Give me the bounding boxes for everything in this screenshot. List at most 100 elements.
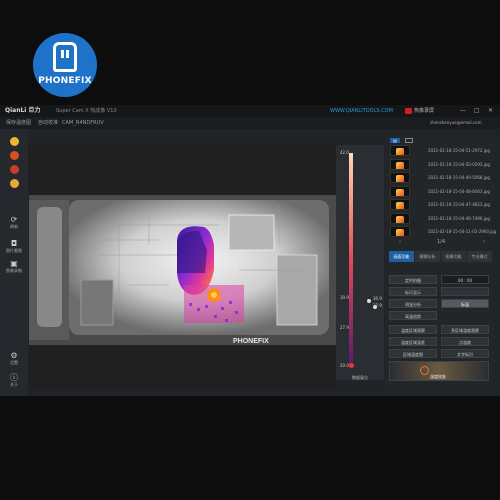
scale-mid-temp: 30.9: [340, 295, 349, 300]
prev-page-icon[interactable]: ‹: [399, 239, 401, 245]
temp-analysis-button[interactable]: 测温分析: [389, 299, 437, 308]
area-temp-observe-button[interactable]: 温度区域观察: [389, 325, 437, 334]
scale-low-temp: 27.9: [340, 325, 349, 330]
list-item[interactable]: 2021-02-18-15-04-11-02-2960.jpg: [390, 226, 496, 238]
next-page-icon[interactable]: ›: [483, 239, 485, 245]
thumbnail: [390, 145, 410, 156]
app-brand-name: QianLi 巨力: [5, 107, 41, 114]
menu-item-calibrate[interactable]: 自动校准: [38, 117, 58, 129]
user-email: zhenzhenyue@email.com: [430, 120, 482, 125]
list-item[interactable]: 2021-02-18-15-04-49-5068.jpg: [390, 172, 490, 184]
page-indicator: 1/4: [437, 239, 446, 245]
palette-hot-icon[interactable]: [10, 165, 19, 174]
file-name: 2021-02-18-15-04-50-0593.jpg: [428, 161, 490, 167]
text-label-button[interactable]: 文字标识: [441, 349, 489, 358]
scale-top-temp: 42.0: [340, 150, 349, 155]
timed-capture-button[interactable]: 定时拍摄: [389, 275, 437, 284]
tab-image-tools[interactable]: 图像功能: [441, 251, 466, 262]
refresh-icon: ⟳: [10, 215, 18, 224]
video-icon: ▣: [10, 259, 18, 268]
settings-icon: ⚙: [10, 351, 18, 360]
function-tabs: 画面功能 模糊分析 图像功能 专业模式: [389, 251, 493, 262]
refresh-label: 刷新: [10, 224, 18, 229]
ruler-display-button[interactable]: 标尺显示: [389, 287, 437, 296]
plug-icon: [53, 42, 77, 72]
screenshot-button[interactable]: ◘ 图片截图: [3, 239, 25, 254]
left-toolbar: ⟳ 刷新 ◘ 图片截图 ▣ 图像录制 ⚙ 设置 ⓘ 关于: [0, 129, 28, 396]
website-link[interactable]: WWW.QIANLITOOLS.COM: [330, 105, 393, 117]
ruler-toggle[interactable]: [441, 287, 489, 296]
thumbnail: [390, 226, 410, 237]
menu-bar: 保存温度图 自动校准 CAM_N4NDFRUV zhenzhenyue@emai…: [0, 117, 500, 129]
viewer-watermark: PHONEFIX: [233, 338, 269, 345]
tab-pro-mode[interactable]: 专业模式: [467, 251, 492, 262]
refresh-button[interactable]: ⟳ 刷新: [3, 215, 25, 230]
record-label[interactable]: 热像录屏: [414, 105, 434, 117]
list-item[interactable]: 2021-02-18-15-04-51-2972.jpg: [390, 145, 490, 157]
reading-low: 27.9: [373, 303, 382, 308]
about-button[interactable]: ⓘ 关于: [3, 373, 25, 388]
thumbnail: [390, 158, 410, 170]
device-id: CAM_N4NDFRUV: [62, 120, 104, 126]
info-icon: ⓘ: [10, 373, 18, 382]
brand-logo: PHONEFIX: [33, 33, 97, 97]
settings-button[interactable]: ⚙ 设置: [3, 351, 25, 366]
camera-icon: ◘: [10, 239, 18, 248]
target-icon: [420, 366, 429, 375]
record-video-label: 图像录制: [6, 268, 22, 273]
list-item[interactable]: 2021-02-18-15-04-48-6063.jpg: [390, 185, 490, 198]
thumbnail: [390, 172, 410, 183]
high-temp-tracking-button[interactable]: 高温追踪: [389, 311, 437, 320]
about-label: 关于: [10, 382, 18, 387]
screenshot-label: 图片截图: [6, 248, 22, 253]
palette-rainbow-icon[interactable]: [10, 151, 19, 160]
list-item[interactable]: 2021-02-18-15-04-50-0593.jpg: [390, 158, 490, 171]
calibration-label: 温度校准: [430, 374, 446, 379]
calibration-banner[interactable]: 温度校准: [389, 361, 489, 381]
list-item[interactable]: 2021-02-18-15-04-46-7496.jpg: [390, 212, 490, 225]
temperature-scale: 42.0 30.9 27.9 20.0 30.9 27.9 数据复位: [336, 145, 384, 380]
reading-high: 30.9: [373, 296, 382, 301]
thermal-viewer[interactable]: PHONEFIX: [29, 145, 336, 390]
scale-bottom-temp: 20.0: [340, 363, 349, 368]
area-temp-diff-button[interactable]: 温度区域温差: [389, 337, 437, 346]
thumbnail: [390, 185, 410, 197]
file-name: 2021-02-18-15-04-49-5068.jpg: [428, 175, 490, 180]
record-video-button[interactable]: ▣ 图像录制: [3, 259, 25, 274]
multi-area-observe-button[interactable]: 多区域温度观察: [441, 325, 489, 334]
title-bar: QianLi 巨力 Super Cam X 热成像 V10 WWW.QIANLI…: [0, 105, 500, 117]
video-tab-icon[interactable]: [405, 138, 413, 143]
file-name: 2021-02-18-15-04-11-02-2960.jpg: [428, 229, 497, 234]
thumbnail: [390, 212, 410, 224]
scale-gradient: [349, 153, 353, 365]
maximize-button[interactable]: □: [474, 105, 480, 117]
tab-blur-analysis[interactable]: 模糊分析: [415, 251, 440, 262]
file-name: 2021-02-18-15-04-47-4823.jpg: [428, 202, 490, 207]
tab-image-function[interactable]: 画面功能: [389, 251, 414, 262]
thermal-image: PHONEFIX: [29, 145, 336, 390]
file-list: 2021-02-18-15-04-51-2972.jpg 2021-02-18-…: [390, 145, 496, 240]
right-panel: ▤ 2021-02-18-15-04-51-2972.jpg 2021-02-1…: [385, 135, 496, 390]
data-reset-button[interactable]: 数据复位: [352, 375, 368, 381]
settings-label: 设置: [10, 360, 18, 365]
app-title: Super Cam X 热成像 V10: [56, 108, 117, 114]
list-item[interactable]: 2021-02-18-15-04-47-4823.jpg: [390, 199, 490, 211]
minimize-button[interactable]: —: [460, 105, 466, 117]
thumbnail: [390, 199, 410, 210]
file-name: 2021-02-18-15-04-51-2972.jpg: [428, 148, 490, 153]
mark-temp-button[interactable]: 标温: [441, 299, 489, 308]
record-icon[interactable]: [405, 108, 412, 114]
menu-item-save[interactable]: 保存温度图: [6, 117, 31, 129]
scale-marker-low[interactable]: [349, 363, 354, 368]
close-button[interactable]: ✕: [488, 105, 493, 117]
palette-iron-icon[interactable]: [10, 137, 19, 146]
time-input[interactable]: 00 : 00: [441, 275, 489, 284]
file-name: 2021-02-18-15-04-46-7496.jpg: [428, 215, 490, 221]
file-name: 2021-02-18-15-04-48-6063.jpg: [428, 188, 490, 194]
brand-text: PHONEFIX: [38, 76, 92, 86]
time-value: 00 : 00: [457, 278, 473, 283]
point-temp-button[interactable]: 点温度: [441, 337, 489, 346]
area-temp-map-button[interactable]: 区域温度图: [389, 349, 437, 358]
image-tab-icon[interactable]: ▤: [390, 138, 400, 143]
palette-amber-icon[interactable]: [10, 179, 19, 188]
